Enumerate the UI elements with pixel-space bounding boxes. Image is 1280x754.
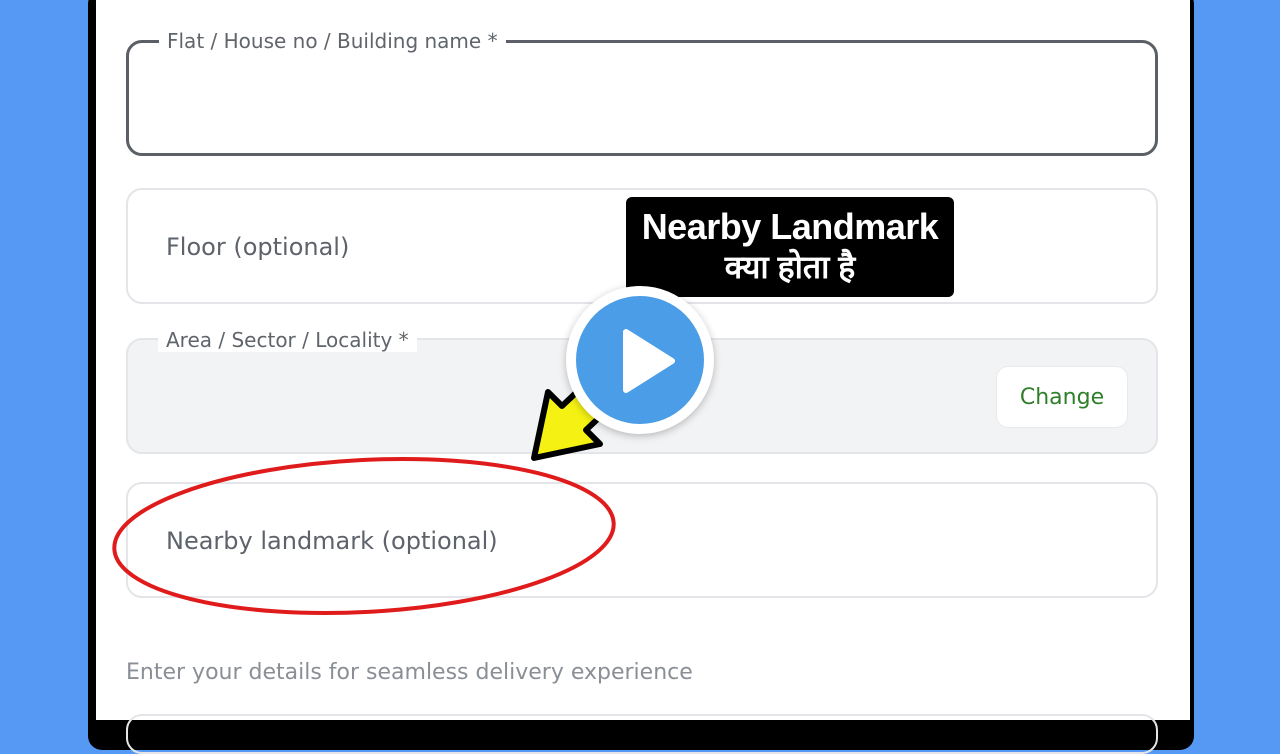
title-callout: Nearby Landmark क्या होता है <box>626 197 954 297</box>
red-highlight-ellipse <box>112 456 616 616</box>
video-play-button[interactable] <box>566 286 714 434</box>
callout-line-1: Nearby Landmark <box>641 206 939 247</box>
play-button-circle <box>576 296 704 424</box>
play-icon <box>623 329 675 393</box>
next-field[interactable] <box>126 714 1158 754</box>
callout-line-2: क्या होता है <box>724 249 856 285</box>
